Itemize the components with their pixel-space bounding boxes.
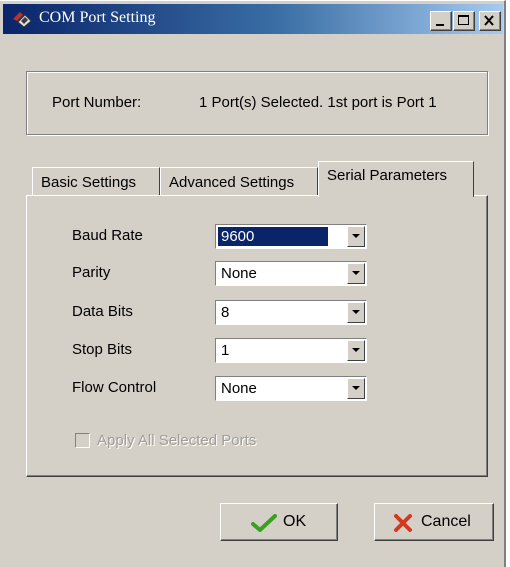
flow-control-dropdown-button[interactable] — [347, 378, 365, 399]
cancel-button-label: Cancel — [421, 513, 471, 530]
ok-button-label: OK — [283, 513, 307, 530]
close-icon — [484, 15, 494, 26]
check-icon — [251, 514, 277, 532]
cancel-x-icon — [394, 514, 412, 532]
minimize-button[interactable] — [430, 11, 452, 31]
apply-all-checkbox[interactable] — [75, 433, 90, 448]
stop-bits-value: 1 — [221, 342, 230, 359]
baud-rate-value: 9600 — [218, 227, 328, 246]
chevron-down-icon — [352, 234, 360, 238]
chevron-down-icon — [352, 386, 360, 390]
data-bits-select[interactable]: 8 — [215, 300, 367, 325]
stop-bits-dropdown-button[interactable] — [347, 340, 365, 361]
flow-control-value: None — [221, 380, 257, 397]
window-title: COM Port Setting — [39, 9, 156, 26]
stop-bits-label: Stop Bits — [72, 341, 133, 358]
serial-parameters-page: Baud Rate 9600 Parity None Data Bits 8 S… — [26, 195, 488, 477]
port-number-panel: Port Number: 1 Port(s) Selected. 1st por… — [26, 71, 488, 135]
tab-basic-settings[interactable]: Basic Settings — [32, 167, 160, 197]
stop-bits-select[interactable]: 1 — [215, 338, 367, 363]
apply-all-selected-ports[interactable]: Apply All Selected Ports — [75, 432, 256, 449]
baud-rate-dropdown-button[interactable] — [347, 226, 365, 247]
chevron-down-icon — [352, 310, 360, 314]
data-bits-label: Data Bits — [72, 303, 133, 320]
port-number-value: 1 Port(s) Selected. 1st port is Port 1 — [199, 94, 437, 111]
baud-rate-select[interactable]: 9600 — [215, 224, 367, 249]
parity-value: None — [221, 265, 257, 282]
maximize-button[interactable] — [453, 11, 475, 31]
flow-control-label: Flow Control — [72, 379, 157, 396]
parity-label: Parity — [72, 264, 111, 281]
baud-rate-label: Baud Rate — [72, 227, 143, 244]
port-number-label: Port Number: — [52, 94, 142, 111]
parity-dropdown-button[interactable] — [347, 263, 365, 284]
apply-all-label: Apply All Selected Ports — [97, 432, 257, 449]
flow-control-select[interactable]: None — [215, 376, 367, 401]
maximize-icon — [458, 15, 469, 25]
close-button[interactable] — [479, 11, 501, 31]
chevron-down-icon — [352, 271, 360, 275]
parity-select[interactable]: None — [215, 261, 367, 286]
ok-button[interactable]: OK — [220, 503, 338, 541]
minimize-icon — [436, 24, 444, 26]
chevron-down-icon — [352, 348, 360, 352]
app-icon — [12, 10, 32, 28]
com-port-setting-dialog: COM Port Setting Port Number: 1 Port(s) … — [0, 0, 506, 567]
cancel-button[interactable]: Cancel — [374, 503, 494, 541]
tab-advanced-settings[interactable]: Advanced Settings — [160, 167, 318, 197]
title-bar[interactable]: COM Port Setting — [3, 4, 503, 34]
data-bits-value: 8 — [221, 304, 230, 321]
tab-serial-parameters[interactable]: Serial Parameters — [318, 161, 474, 197]
data-bits-dropdown-button[interactable] — [347, 302, 365, 323]
